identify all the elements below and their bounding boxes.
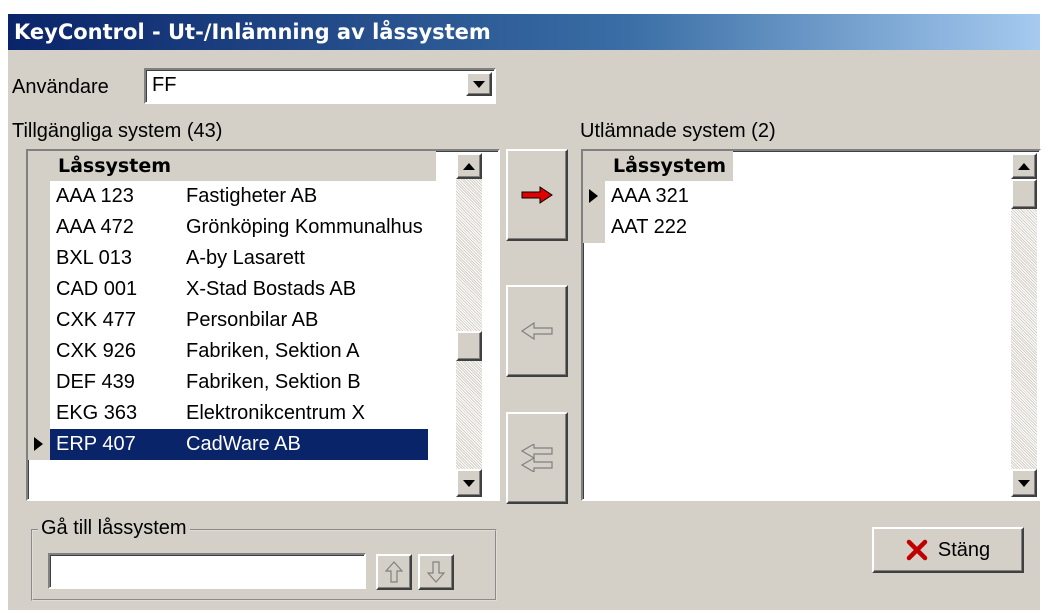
move-all-left-button[interactable] — [506, 412, 568, 504]
issued-scroll-up-button[interactable] — [1011, 153, 1037, 179]
arrow-up-icon — [1018, 162, 1030, 170]
issued-label: Utlämnade system (2) — [580, 120, 776, 142]
red-arrow-right-icon — [521, 186, 553, 204]
available-scroll-thumb[interactable] — [456, 331, 482, 361]
user-dropdown-button[interactable] — [466, 72, 492, 96]
row-code: EKG 363 — [56, 402, 138, 424]
user-value: FF — [152, 74, 177, 96]
available-scroll-down-button[interactable] — [456, 469, 482, 497]
row-code: CXK 477 — [56, 309, 137, 331]
arrow-down-icon — [1018, 479, 1030, 487]
available-row[interactable]: CXK 477 Personbilar AB — [28, 305, 456, 336]
available-scroll-up-button[interactable] — [456, 153, 482, 179]
arrow-down-icon — [427, 561, 445, 583]
row-name: X-Stad Bostads AB — [186, 278, 357, 300]
issued-scroll-thumb[interactable] — [1011, 179, 1037, 209]
row-indicator — [28, 367, 50, 398]
available-row[interactable]: CXK 926 Fabriken, Sektion A — [28, 336, 456, 367]
arrow-left-icon — [520, 322, 553, 340]
row-name: Elektronikcentrum X — [186, 402, 365, 424]
row-name: Personbilar AB — [186, 309, 319, 331]
row-code: CXK 926 — [56, 340, 137, 362]
goto-down-button[interactable] — [418, 554, 454, 590]
row-indicator — [28, 429, 50, 460]
available-row[interactable]: EKG 363 Elektronikcentrum X — [28, 398, 456, 429]
row-indicator — [583, 212, 605, 243]
goto-legend: Gå till låssystem — [38, 517, 190, 540]
row-indicator — [28, 336, 50, 367]
row-code: AAT 222 — [611, 216, 687, 238]
window-title: KeyControl - Ut-/Inlämning av låssystem — [8, 14, 1040, 50]
keycontrol-window: KeyControl - Ut-/Inlämning av låssystem … — [8, 14, 1041, 610]
row-code: ERP 407 — [56, 433, 136, 455]
row-name: Grönköping Kommunalhus — [186, 216, 423, 238]
row-indicator — [28, 212, 50, 243]
close-button-label: Stäng — [937, 538, 991, 561]
arrow-up-icon — [385, 561, 403, 583]
available-row[interactable]: CAD 001 X-Stad Bostads AB — [28, 274, 456, 305]
issued-scrollbar-track[interactable] — [1011, 179, 1037, 469]
row-name: Fabriken, Sektion A — [186, 340, 360, 362]
issued-scroll-down-button[interactable] — [1011, 469, 1037, 497]
row-name: A-by Lasarett — [186, 247, 305, 269]
current-row-marker-icon — [589, 189, 598, 203]
available-row[interactable]: ERP 407 CadWare AB — [28, 429, 456, 460]
current-row-marker-icon — [34, 437, 43, 451]
goto-input[interactable] — [48, 553, 366, 589]
available-label: Tillgängliga system (43) — [12, 120, 223, 142]
row-name: Fabriken, Sektion B — [186, 371, 361, 393]
arrow-up-icon — [463, 162, 475, 170]
available-header-corner — [28, 151, 50, 181]
double-arrow-left-icon — [520, 444, 553, 472]
row-code: BXL 013 — [56, 247, 132, 269]
user-label: Användare — [12, 76, 109, 98]
row-code: AAA 321 — [611, 185, 689, 207]
available-list[interactable]: Låssystem AAA 123 Fastigheter AB AAA 472 Gr… — [26, 149, 500, 501]
available-scrollbar-track[interactable] — [456, 179, 482, 469]
issued-row[interactable]: AAA 321 — [583, 181, 1003, 212]
row-indicator — [28, 305, 50, 336]
row-indicator — [28, 181, 50, 212]
issued-header-corner — [583, 151, 605, 181]
row-indicator — [28, 398, 50, 429]
row-name: Fastigheter AB — [186, 185, 318, 207]
row-indicator — [583, 181, 605, 212]
available-row[interactable]: AAA 123 Fastigheter AB — [28, 181, 456, 212]
row-code: AAA 472 — [56, 216, 134, 238]
arrow-down-icon — [463, 479, 475, 487]
row-indicator — [28, 274, 50, 305]
red-x-icon — [906, 539, 928, 561]
move-right-button[interactable] — [506, 149, 568, 241]
goto-up-button[interactable] — [376, 554, 412, 590]
available-column-header: Låssystem — [28, 151, 436, 181]
issued-column-header: Låssystem — [583, 151, 733, 181]
row-indicator — [28, 243, 50, 274]
close-button[interactable]: Stäng — [872, 527, 1024, 573]
available-row[interactable]: BXL 013 A-by Lasarett — [28, 243, 456, 274]
issued-list[interactable]: Låssystem AAA 321 AAT 222 — [581, 149, 1041, 501]
row-code: DEF 439 — [56, 371, 135, 393]
move-left-button[interactable] — [506, 285, 568, 377]
issued-row[interactable]: AAT 222 — [583, 212, 1003, 243]
chevron-down-icon — [473, 80, 485, 88]
available-row[interactable]: DEF 439 Fabriken, Sektion B — [28, 367, 456, 398]
user-combobox[interactable]: FF — [144, 68, 496, 104]
available-row[interactable]: AAA 472 Grönköping Kommunalhus — [28, 212, 456, 243]
row-code: CAD 001 — [56, 278, 138, 300]
row-name: CadWare AB — [186, 433, 301, 455]
row-code: AAA 123 — [56, 185, 134, 207]
